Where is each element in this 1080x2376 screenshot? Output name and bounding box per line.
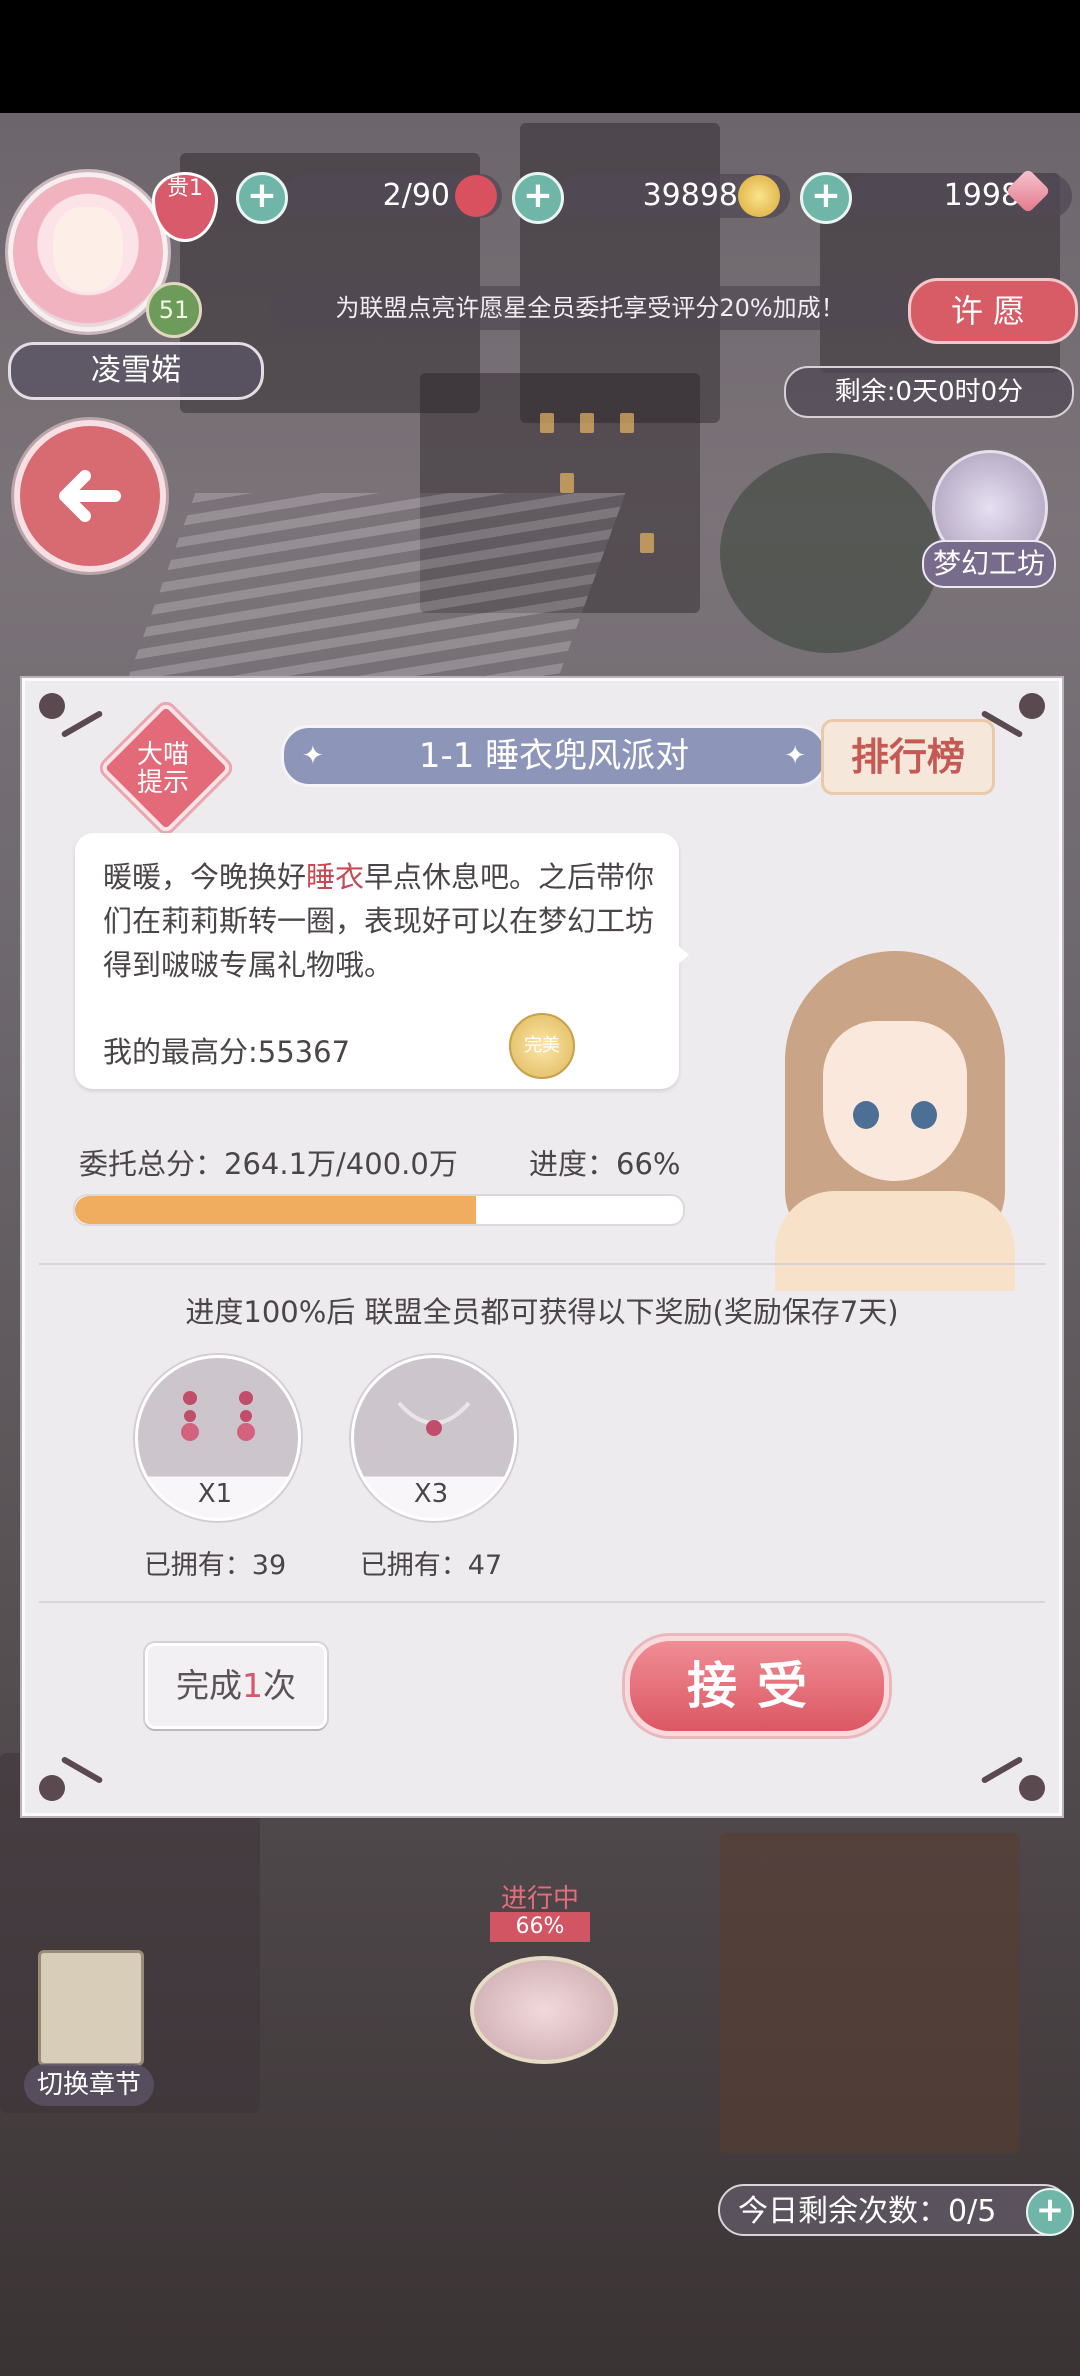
dialog-bubble: 暖暖，今晚换好睡衣早点休息吧。之后带你们在莉莉斯转一圈，表现好可以在梦幻工坊得到… bbox=[75, 833, 689, 1089]
add-stamina-button[interactable]: + bbox=[236, 172, 288, 224]
stamina-value: 2/90 bbox=[382, 178, 450, 213]
remaining-time: 剩余:0天0时0分 bbox=[784, 366, 1074, 418]
gold-value: 39898 bbox=[642, 178, 738, 213]
leaderboard-button[interactable]: 排行榜 bbox=[821, 719, 995, 795]
rose-corner-icon bbox=[31, 687, 111, 767]
sparkle-icon: ✦ bbox=[302, 741, 324, 771]
hint-label: 大喵提示 bbox=[137, 740, 190, 798]
progress-text: 进度：66% bbox=[529, 1147, 681, 1181]
rose-corner-icon bbox=[973, 1727, 1053, 1807]
task-title: 1-1 睡衣兜风派对 bbox=[418, 736, 690, 776]
reward-owned: 已拥有：39 bbox=[143, 1550, 287, 1581]
status-bar bbox=[0, 0, 1080, 113]
task-title-bar: ✦ 1-1 睡衣兜风派对 ✦ bbox=[281, 725, 827, 787]
reward-qty: X3 bbox=[413, 1479, 449, 1509]
player-name: 凌雪婼 bbox=[8, 342, 264, 400]
add-attempts-button[interactable]: + bbox=[1026, 2188, 1074, 2236]
wish-button[interactable]: 许愿 bbox=[908, 278, 1078, 344]
player-avatar[interactable] bbox=[8, 172, 168, 332]
coin-icon bbox=[738, 175, 780, 217]
heart-icon bbox=[455, 175, 497, 217]
book-icon bbox=[38, 1950, 144, 2066]
dialog-message: 暖暖，今晚换好睡衣早点休息吧。之后带你们在莉莉斯转一圈，表现好可以在梦幻工坊得到… bbox=[103, 860, 655, 982]
back-button[interactable] bbox=[14, 420, 166, 572]
reward-qty: X1 bbox=[197, 1479, 233, 1509]
reward-description: 进度100%后 联盟全员都可获得以下奖励(奖励保存7天) bbox=[185, 1295, 899, 1329]
reward-item[interactable]: X3 已拥有：47 bbox=[351, 1355, 517, 1581]
hint-button[interactable]: 大喵提示 bbox=[99, 701, 233, 835]
daily-remaining: 今日剩余次数：0/5 + bbox=[718, 2184, 1074, 2236]
add-diamond-button[interactable]: + bbox=[800, 172, 852, 224]
perfect-medal-icon: 完美 bbox=[509, 1013, 575, 1079]
in-progress-label: 进行中 bbox=[500, 1884, 579, 1914]
divider bbox=[39, 1263, 1045, 1265]
arrow-left-icon bbox=[59, 470, 121, 522]
in-progress-percent: 66% bbox=[490, 1912, 590, 1942]
diamond-value: 1998 bbox=[943, 178, 1020, 213]
player-level: 51 bbox=[146, 282, 202, 338]
progress-fill bbox=[75, 1196, 477, 1224]
accept-button[interactable]: 接受 bbox=[625, 1636, 889, 1736]
switch-chapter-button[interactable]: 切换章节 bbox=[24, 1950, 154, 2106]
completion-count: 完成1次 bbox=[145, 1643, 327, 1729]
task-plate-icon bbox=[470, 1956, 618, 2064]
progress-bar bbox=[73, 1194, 685, 1226]
daily-remaining-text: 今日剩余次数：0/5 bbox=[738, 2194, 997, 2229]
workshop-label: 梦幻工坊 bbox=[922, 540, 1056, 588]
switch-chapter-label: 切换章节 bbox=[24, 2064, 154, 2106]
dream-workshop-button[interactable]: 梦幻工坊 bbox=[922, 450, 1056, 588]
character-portrait bbox=[765, 951, 1025, 1291]
reward-owned: 已拥有：47 bbox=[359, 1550, 503, 1581]
reward-item[interactable]: X1 已拥有：39 bbox=[135, 1355, 301, 1581]
commission-panel: 大喵提示 ✦ 1-1 睡衣兜风派对 ✦ 排行榜 暖暖，今晚换好睡衣早点休息吧。之… bbox=[22, 678, 1062, 1816]
alliance-notice: 为联盟点亮许愿星全员委托享受评分20%加成！ bbox=[270, 286, 910, 330]
in-progress-task[interactable]: 进行中 66% bbox=[470, 1866, 618, 2066]
add-gold-button[interactable]: + bbox=[512, 172, 564, 224]
total-score: 委托总分：264.1万/400.0万 bbox=[79, 1147, 458, 1181]
sparkle-icon: ✦ bbox=[784, 741, 806, 771]
divider bbox=[39, 1601, 1045, 1603]
best-score: 我的最高分:55367 bbox=[103, 1035, 351, 1069]
rose-corner-icon bbox=[31, 1727, 111, 1807]
